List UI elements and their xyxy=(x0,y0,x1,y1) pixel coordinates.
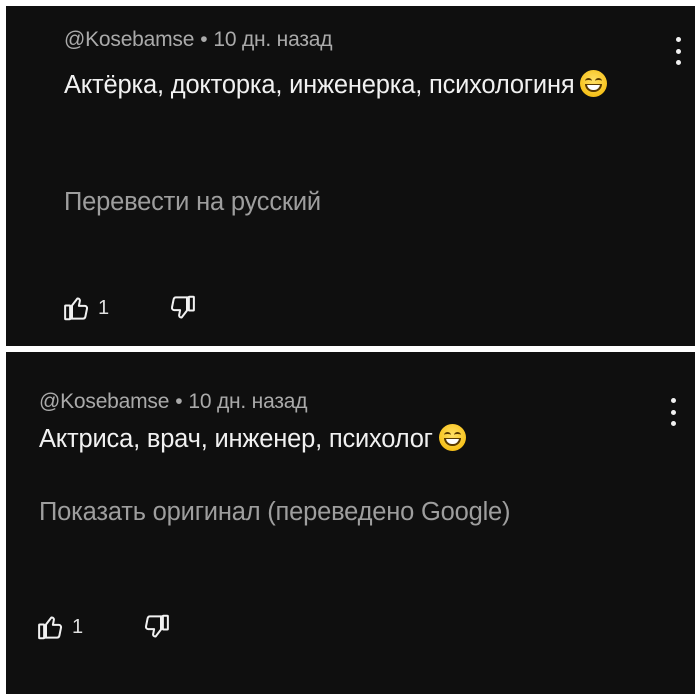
kebab-dot xyxy=(675,60,681,65)
kebab-dot xyxy=(670,398,676,403)
comment-time: 10 дн. назад xyxy=(188,390,308,413)
thumbs-down-icon xyxy=(145,614,169,638)
translate-link[interactable]: Перевести на русский xyxy=(64,188,321,217)
comment-text: Актриса, врач, инженер, психолог xyxy=(39,418,639,460)
kebab-dot xyxy=(675,48,681,54)
kebab-dot xyxy=(670,409,676,415)
kebab-dot xyxy=(670,421,676,426)
more-options-icon[interactable] xyxy=(675,37,681,65)
comment-card-translated: @Kosebamse • 10 дн. назад Актриса, врач, и… xyxy=(6,352,695,694)
kebab-dot xyxy=(675,37,681,42)
thumbs-down-icon xyxy=(171,295,195,319)
comment-meta: @Kosebamse • 10 дн. назад xyxy=(64,28,332,52)
thumbs-up-icon xyxy=(38,616,63,640)
grinning-face-icon xyxy=(438,424,466,451)
dislike-button[interactable] xyxy=(167,293,197,323)
comment-time: 10 дн. назад xyxy=(213,28,333,51)
dislike-button[interactable] xyxy=(141,612,171,642)
comment-actions: 1 xyxy=(36,612,171,642)
thumbs-up-icon xyxy=(64,297,89,321)
grinning-face-icon xyxy=(580,70,608,97)
meta-separator: • xyxy=(175,390,183,413)
comment-meta: @Kosebamse • 10 дн. назад xyxy=(39,390,307,414)
like-count: 1 xyxy=(72,615,84,638)
author-handle[interactable]: @Kosebamse xyxy=(64,28,194,51)
meta-separator: • xyxy=(200,28,208,51)
like-count: 1 xyxy=(98,296,110,319)
more-options-icon[interactable] xyxy=(670,398,676,426)
comment-actions: 1 xyxy=(62,293,197,323)
comment-text: Актёрка, докторка, инженерка, психологин… xyxy=(64,64,624,106)
show-original-link[interactable]: Показать оригинал (переведено Google) xyxy=(39,498,511,527)
author-handle[interactable]: @Kosebamse xyxy=(39,390,169,413)
like-button[interactable]: 1 xyxy=(62,293,109,323)
like-button[interactable]: 1 xyxy=(36,612,83,642)
comment-card-original: @Kosebamse • 10 дн. назад Актёрка, докторк… xyxy=(6,6,695,346)
comment-body: Актриса, врач, инженер, психолог xyxy=(39,425,433,453)
comment-body: Актёрка, докторка, инженерка, психологин… xyxy=(64,71,575,99)
